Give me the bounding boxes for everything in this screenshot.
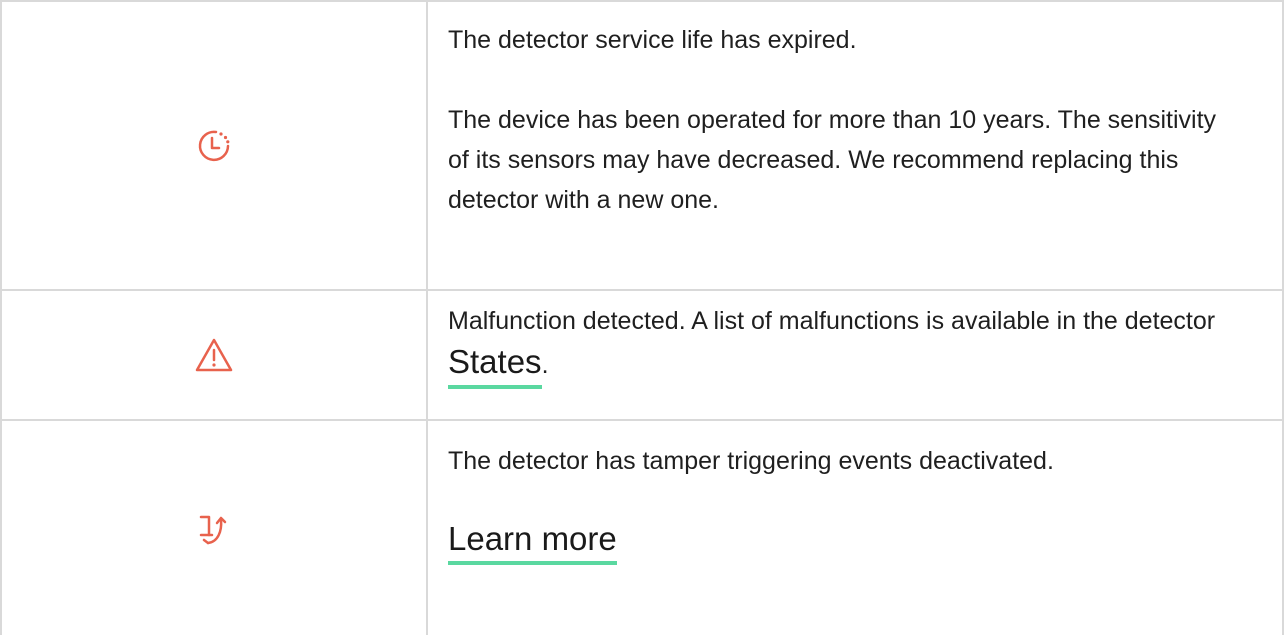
icon-cell bbox=[0, 421, 428, 635]
malfunction-text-before-link: Malfunction detected. A list of malfunct… bbox=[448, 307, 1216, 335]
states-link[interactable]: States bbox=[448, 341, 542, 389]
status-description: The device has been operated for more th… bbox=[448, 106, 1217, 214]
tamper-title: The detector has tamper triggering event… bbox=[448, 447, 1054, 475]
icon-cell bbox=[0, 2, 428, 289]
description-cell: The detector has tamper triggering event… bbox=[428, 421, 1284, 635]
status-icons-table: The detector service life has expired. T… bbox=[0, 0, 1284, 635]
description-cell: The detector service life has expired. T… bbox=[428, 2, 1284, 289]
table-row: The detector has tamper triggering event… bbox=[0, 421, 1284, 635]
tamper-deactivated-icon bbox=[194, 509, 234, 549]
learn-more-link[interactable]: Learn more bbox=[448, 519, 617, 565]
malfunction-text: Malfunction detected. A list of malfunct… bbox=[448, 301, 1242, 389]
malfunction-text-after-link: . bbox=[541, 351, 549, 379]
description-cell: Malfunction detected. A list of malfunct… bbox=[428, 291, 1284, 419]
clock-service-life-icon bbox=[194, 126, 234, 166]
table-row: Malfunction detected. A list of malfunct… bbox=[0, 291, 1284, 421]
status-title: The detector service life has expired. bbox=[448, 26, 857, 54]
icon-cell bbox=[0, 291, 428, 419]
table-row: The detector service life has expired. T… bbox=[0, 2, 1284, 291]
warning-triangle-icon bbox=[194, 337, 234, 373]
